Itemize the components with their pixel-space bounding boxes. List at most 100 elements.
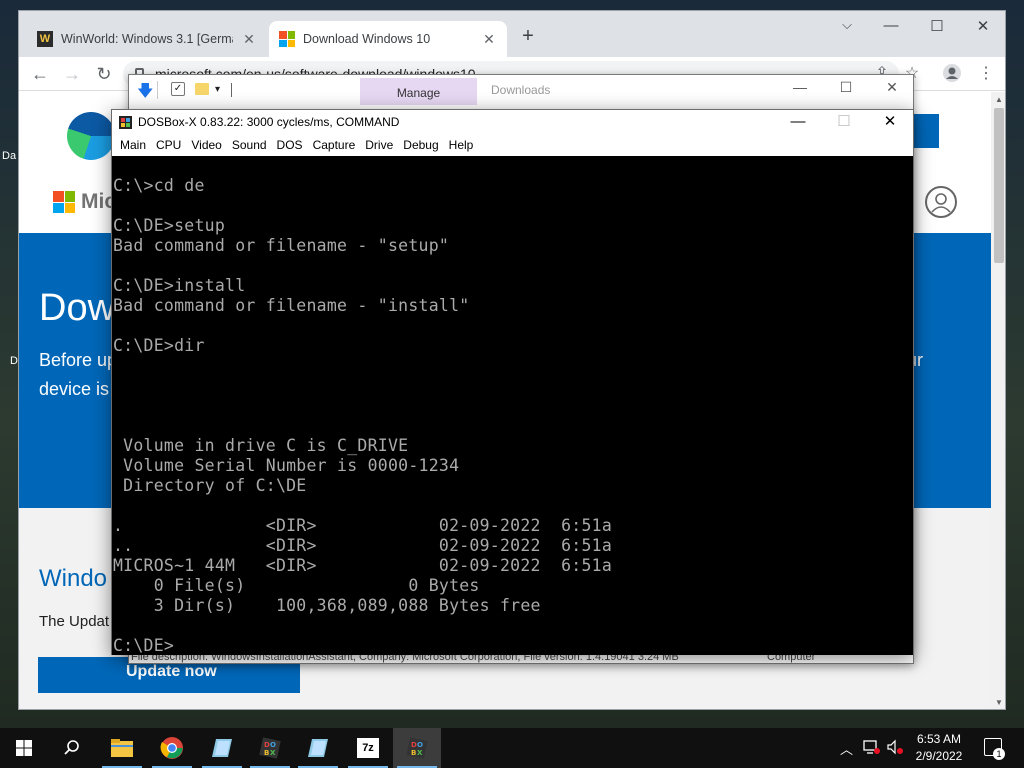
properties-icon[interactable]: ✓ [171, 82, 185, 96]
taskbar-dosbox-active[interactable]: D O B X [393, 728, 441, 768]
show-hidden-icons-icon[interactable]: ︿ [840, 739, 853, 758]
desktop-icon-label[interactable]: D [10, 355, 18, 367]
dosbox-window: DOSBox-X 0.83.22: 3000 cycles/ms, COMMAN… [111, 109, 914, 655]
menu-debug[interactable]: Debug [398, 135, 443, 155]
console-line: Directory of C:\DE [113, 476, 307, 495]
taskbar-7zip[interactable]: 7z [344, 728, 392, 768]
svg-text:X: X [417, 749, 423, 757]
7zip-icon: 7z [357, 738, 379, 758]
taskbar: D O B X 7z D O B X ︿ 6:53 AM 2/9/2022 1 [0, 728, 1024, 768]
clock-date: 2/9/2022 [915, 749, 963, 763]
close-icon[interactable]: ✕ [963, 17, 1003, 35]
tab-download-windows-10[interactable]: Download Windows 10 ✕ [269, 21, 507, 57]
taskbar-chrome[interactable] [148, 728, 196, 768]
separator [157, 81, 158, 99]
maximize-icon[interactable]: ☐ [917, 17, 957, 35]
section-text: The Updat [39, 613, 110, 630]
folder-icon[interactable] [195, 83, 209, 95]
console-line: . <DIR> 02-09-2022 6:51a [113, 516, 613, 535]
menu-sound[interactable]: Sound [227, 135, 272, 155]
customize-dropdown-icon[interactable]: ▾ [215, 84, 220, 95]
menu-drive[interactable]: Drive [360, 135, 398, 155]
page-scrollbar[interactable]: ▲ ▼ [991, 92, 1005, 709]
svg-text:B: B [264, 749, 269, 757]
console-line: Volume in drive C is C_DRIVE [113, 436, 409, 455]
tab-winworld[interactable]: W WinWorld: Windows 3.1 [German ✕ [27, 21, 267, 57]
console-line: C:\>cd de [113, 176, 205, 195]
forward-icon[interactable]: → [61, 63, 83, 85]
dosbox-icon: D O B X [406, 737, 428, 759]
menu-video[interactable]: Video [186, 135, 226, 155]
back-icon[interactable]: ← [29, 63, 51, 85]
close-icon[interactable]: ✕ [869, 79, 915, 96]
clock-time: 6:53 AM [916, 732, 962, 746]
minimize-icon[interactable]: — [777, 79, 823, 95]
window-title: DOSBox-X 0.83.22: 3000 cycles/ms, COMMAN… [138, 115, 400, 129]
menu-capture[interactable]: Capture [308, 135, 361, 155]
start-button[interactable] [0, 728, 48, 768]
search-button[interactable] [48, 728, 96, 768]
taskbar-windows-setup[interactable] [198, 728, 246, 768]
scroll-up-icon[interactable]: ▲ [991, 92, 1005, 108]
maximize-icon[interactable]: ☐ [821, 112, 867, 134]
minimize-icon[interactable]: — [871, 17, 911, 34]
menu-main[interactable]: Main [115, 135, 151, 155]
winworld-icon: W [37, 31, 53, 47]
taskbar-file-explorer[interactable] [98, 728, 146, 768]
manage-tab[interactable]: Manage [360, 78, 477, 105]
volume-muted-icon[interactable] [886, 739, 904, 758]
hero-line-2: device is [39, 379, 110, 399]
console-line: C:\DE>setup [113, 216, 226, 235]
console-line: Bad command or filename - "setup" [113, 236, 450, 255]
dos-console[interactable]: C:\>cd de C:\DE>setup Bad command or filen… [112, 156, 913, 655]
console-line: MICROS~1 44M <DIR> 02-09-2022 6:51a [113, 556, 613, 575]
action-center-icon[interactable]: 1 [984, 738, 1005, 760]
edge-logo [67, 112, 115, 160]
desktop-icon-label[interactable]: Da [2, 150, 16, 162]
notification-count: 1 [993, 748, 1005, 760]
dosbox-icon: D O B X [259, 737, 281, 759]
chevron-down-icon[interactable]: ⌵ [827, 17, 867, 33]
console-line: C:\DE>dir [113, 336, 205, 355]
section-title: Windo [39, 565, 108, 592]
menu-dos[interactable]: DOS [272, 135, 308, 155]
hero-title: Dow [39, 287, 116, 329]
network-icon[interactable] [862, 739, 880, 758]
microsoft-logo[interactable] [53, 191, 75, 213]
console-line: .. <DIR> 02-09-2022 6:51a [113, 536, 613, 555]
scroll-down-icon[interactable]: ▼ [991, 695, 1005, 709]
taskbar-windows-setup[interactable] [294, 728, 342, 768]
microsoft-icon [279, 31, 295, 47]
scroll-thumb[interactable] [994, 108, 1004, 263]
start-icon [16, 740, 32, 756]
profile-icon[interactable] [941, 63, 963, 88]
menu-help[interactable]: Help [444, 135, 479, 155]
svg-text:X: X [270, 749, 276, 757]
taskbar-dosbox[interactable]: D O B X [246, 728, 294, 768]
file-explorer-icon [111, 739, 133, 757]
console-line: C:\DE> [113, 636, 175, 655]
menu-icon[interactable]: ⋮ [975, 63, 997, 83]
svg-text:O: O [270, 741, 276, 749]
console-line: Volume Serial Number is 0000-1234 [113, 456, 460, 475]
svg-text:B: B [411, 749, 416, 757]
close-tab-icon[interactable]: ✕ [481, 31, 497, 48]
new-tab-icon[interactable]: + [517, 25, 539, 48]
console-line: 3 Dir(s) 100,368,089,088 Bytes free [113, 596, 541, 615]
chrome-icon [160, 737, 183, 759]
separator [231, 83, 232, 97]
console-line: 0 File(s) 0 Bytes [113, 576, 480, 595]
close-tab-icon[interactable]: ✕ [241, 31, 257, 48]
reload-icon[interactable]: ↻ [93, 63, 115, 85]
dosbox-menubar: Main CPU Video Sound DOS Capture Drive D… [112, 135, 913, 155]
menu-cpu[interactable]: CPU [151, 135, 186, 155]
account-icon[interactable] [925, 186, 957, 218]
dosbox-icon [119, 116, 132, 129]
tab-title: Download Windows 10 [303, 32, 431, 46]
close-icon[interactable]: ✕ [867, 112, 913, 134]
windows-setup-icon [212, 739, 232, 757]
maximize-icon[interactable]: ☐ [823, 79, 869, 96]
windows-setup-icon [308, 739, 328, 757]
taskbar-clock[interactable]: 6:53 AM 2/9/2022 [908, 731, 970, 765]
minimize-icon[interactable]: — [775, 112, 821, 134]
